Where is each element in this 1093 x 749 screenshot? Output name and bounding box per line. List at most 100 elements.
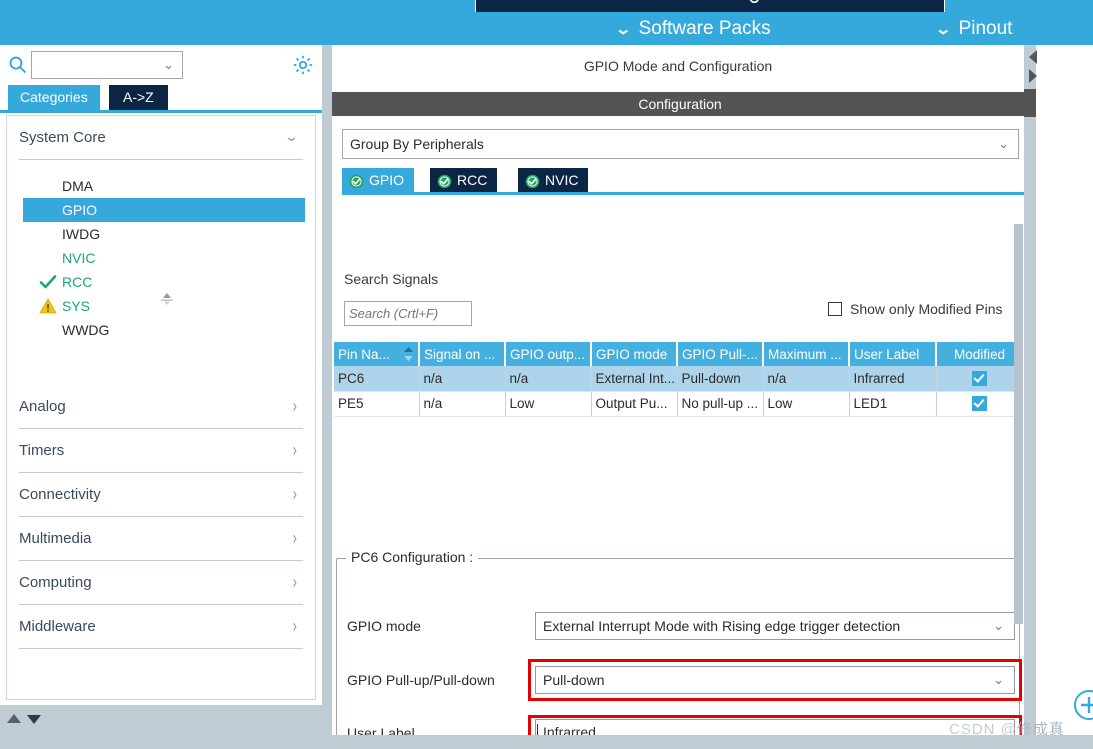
cell-maximum: Low [763,391,850,417]
cell-gpio-mode: Output Pu... [591,391,678,417]
cell-gpio-pull: No pull-up ... [677,391,764,417]
left-panel-tabs: Categories A->Z [0,85,322,110]
checkbox-icon[interactable] [828,302,842,316]
category-middleware-label: Middleware [19,618,96,635]
sort-indicator-icon[interactable] [404,347,413,361]
tab-categories[interactable]: Categories [8,85,100,110]
tab-gpio[interactable]: GPIO [342,168,415,192]
panel-splitter[interactable] [322,45,332,749]
tab-nvic[interactable]: NVIC [518,168,589,192]
nav-software-packs[interactable]: ⌄ Software Packs [615,14,771,44]
tree-item-nvic[interactable]: NVIC [7,246,315,270]
cell-gpio-pull: Pull-down [677,366,764,392]
tree-item-gpio[interactable]: GPIO [23,198,305,222]
tab-a-to-z[interactable]: A->Z [109,85,168,110]
chevron-down-icon: ⌄ [163,57,174,72]
category-analog[interactable]: Analog › [19,385,303,429]
cell-modified[interactable] [936,366,1022,392]
checkbox-checked-icon[interactable] [971,396,987,412]
add-circle-icon[interactable] [1073,689,1093,721]
cell-signal-on: n/a [419,391,506,417]
top-tab-strip-cutoff[interactable]: ∪ ∪ [475,0,945,12]
tab-rcc[interactable]: RCC [430,168,498,192]
search-input[interactable] [32,52,160,78]
column-header-maximum[interactable]: Maximum ... [763,342,850,366]
table-header-row: Pin Na... Signal on ... GPIO outp... GPI… [334,342,1022,366]
nav-software-packs-label: Software Packs [638,18,771,39]
category-multimedia-label: Multimedia [19,530,92,547]
status-ok-icon [437,172,452,189]
chevron-right-icon: › [292,527,297,548]
table-row[interactable]: PC6 n/a n/a External Int... Pull-down n/… [334,366,1022,392]
table-row[interactable]: PE5 n/a Low Output Pu... No pull-up ... … [334,391,1022,417]
top-toolbar: ∪ ∪ ⌄ Software Packs ⌄ Pinout [0,0,1093,45]
chevron-right-icon: › [292,439,297,460]
scroll-down-arrow-icon[interactable] [26,713,42,728]
category-timers[interactable]: Timers › [19,429,303,473]
category-computing[interactable]: Computing › [19,561,303,605]
configuration-header: Configuration [332,92,1028,116]
right-scroll-thumb[interactable] [1024,89,1036,117]
column-header-label: Pin Na... [338,346,390,362]
checkbox-checked-icon[interactable] [971,371,987,387]
tree-item-dma[interactable]: DMA [7,174,315,198]
tree-item-label: DMA [62,178,94,194]
category-middleware[interactable]: Middleware › [19,605,303,649]
category-computing-label: Computing [19,574,92,591]
tree-item-wwdg[interactable]: WWDG [7,318,315,342]
table-vertical-scrollbar[interactable] [1014,224,1023,624]
cell-gpio-output: n/a [505,366,592,392]
field-gpio-mode-label: GPIO mode [347,618,421,634]
column-header-modified[interactable]: Modified [936,342,1022,366]
column-header-user-label[interactable]: User Label [849,342,937,366]
scroll-up-arrow-icon[interactable] [6,713,22,728]
search-row: ⌄ [0,45,322,85]
show-only-modified-pins-checkbox[interactable]: Show only Modified Pins [828,301,1003,317]
chevron-right-icon: › [292,615,297,636]
gear-icon[interactable] [292,54,314,76]
main-panel: GPIO Mode and Configuration Configuratio… [332,45,1028,749]
search-combo[interactable]: ⌄ [31,51,183,79]
chevron-down-icon: ⌄ [993,618,1004,633]
gpio-mode-select[interactable]: External Interrupt Mode with Rising edge… [535,612,1015,640]
column-header-gpio-pull[interactable]: GPIO Pull-... [677,342,764,366]
search-signals-label: Search Signals [344,271,439,287]
tab-nvic-label: NVIC [545,172,579,188]
category-analog-label: Analog [19,398,66,415]
category-system-core-label: System Core [19,129,106,146]
category-timers-label: Timers [19,442,65,459]
category-system-core[interactable]: System Core ⌄ [19,116,303,160]
group-by-select[interactable]: Group By Peripherals ⌄ [342,129,1019,159]
cell-user-label: LED1 [849,391,937,417]
nav-pinout[interactable]: ⌄ Pinout [934,14,1013,44]
bottom-strip [0,735,1093,749]
gpio-mode-value: External Interrupt Mode with Rising edge… [543,618,901,634]
signal-search-box[interactable] [344,301,472,326]
column-header-pin-name[interactable]: Pin Na... [334,342,420,366]
tree-item-sys[interactable]: SYS [7,294,315,318]
gpio-pull-value: Pull-down [543,672,605,688]
tree-item-label: IWDG [62,226,101,242]
gpio-pull-select[interactable]: Pull-down ⌄ [535,666,1015,694]
tree-item-iwdg[interactable]: IWDG [7,222,315,246]
signal-search-input[interactable] [345,302,471,325]
column-header-gpio-mode[interactable]: GPIO mode [591,342,678,366]
tree-item-rcc[interactable]: RCC [7,270,315,294]
tree-item-label: NVIC [62,250,96,266]
column-header-signal-on[interactable]: Signal on ... [419,342,506,366]
tree-item-label: SYS [62,298,91,314]
field-gpio-pull: GPIO Pull-up/Pull-down Pull-down ⌄ [347,659,1022,701]
right-scroll-track[interactable] [1024,45,1036,749]
group-by-value: Group By Peripherals [350,136,484,152]
pin-configuration-group: PC6 Configuration : GPIO mode External I… [336,549,1022,749]
cell-modified[interactable] [936,391,1022,417]
category-connectivity[interactable]: Connectivity › [19,473,303,517]
category-multimedia[interactable]: Multimedia › [19,517,303,561]
cell-gpio-mode: External Int... [591,366,678,392]
tree-item-label: WWDG [62,322,110,338]
panel-collapse-arrows[interactable] [1026,48,1040,93]
search-icon[interactable] [8,55,28,75]
column-header-gpio-output[interactable]: GPIO outp... [505,342,592,366]
chevron-down-icon: ⌄ [934,20,952,38]
cutoff-glyph-left: ∪ [747,0,762,7]
